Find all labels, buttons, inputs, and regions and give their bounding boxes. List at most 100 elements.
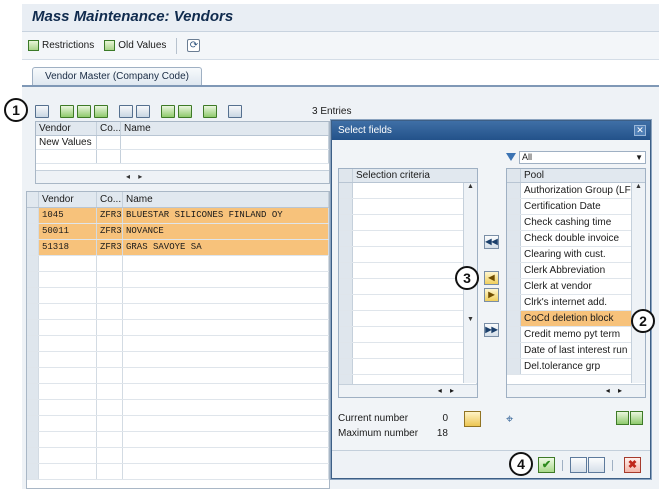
column-header-company-code[interactable]: Co... xyxy=(97,192,123,207)
copy-selection-icon[interactable] xyxy=(570,457,587,473)
pool-vertical-scrollbar[interactable]: ▲▼ xyxy=(631,183,645,383)
criteria-row[interactable] xyxy=(339,247,477,263)
pool-item[interactable]: Date of last interest run xyxy=(507,343,645,359)
pool-item[interactable]: Check double invoice xyxy=(507,231,645,247)
new-values-name-cell[interactable] xyxy=(121,136,329,149)
filter-icon[interactable] xyxy=(178,104,192,118)
new-values-horizontal-scrollbar[interactable]: ◂ ▸ xyxy=(36,170,329,183)
pool-item[interactable]: Certification Date xyxy=(507,199,645,215)
row-selector[interactable] xyxy=(339,343,353,358)
undo-icon[interactable] xyxy=(119,104,133,118)
move-all-left-icon[interactable]: ◀◀ xyxy=(484,235,499,249)
selection-criteria-horizontal-scrollbar[interactable]: ◂ ▸ xyxy=(339,384,477,397)
sort-descending-icon[interactable] xyxy=(630,411,643,425)
confirm-checkmark-icon[interactable]: ✔ xyxy=(538,457,555,473)
row-selector[interactable] xyxy=(339,215,353,230)
cancel-x-icon[interactable]: ✖ xyxy=(624,457,641,473)
tab-vendor-master-company-code[interactable]: Vendor Master (Company Code) xyxy=(32,67,202,86)
table-row[interactable]: 1045 ZFR3 BLUESTAR SILICONES FINLAND OY xyxy=(27,208,329,224)
pool-item[interactable]: Clerk Abbreviation xyxy=(507,263,645,279)
row-selector[interactable] xyxy=(339,359,353,374)
row-selector[interactable] xyxy=(507,327,521,342)
sort-ascending-icon[interactable] xyxy=(161,104,175,118)
scroll-arrows-icon[interactable]: ◂ ▸ xyxy=(126,172,145,181)
row-selector[interactable] xyxy=(339,247,353,262)
pool-item[interactable]: Clearing with cust. xyxy=(507,247,645,263)
row-selector[interactable] xyxy=(339,183,353,198)
move-left-icon[interactable]: ◀ xyxy=(484,271,499,285)
criteria-row[interactable] xyxy=(339,327,477,343)
row-selector[interactable] xyxy=(507,295,521,310)
sort-icon[interactable] xyxy=(136,104,150,118)
toolbar-separator xyxy=(176,37,178,54)
pool-item[interactable]: Clrk's internet add. xyxy=(507,295,645,311)
pool-item[interactable]: Check cashing time xyxy=(507,215,645,231)
row-selector[interactable] xyxy=(27,208,39,223)
pool-item-label: Clerk at vendor xyxy=(521,279,645,294)
field-info-icon[interactable] xyxy=(464,411,481,427)
column-header-company-code[interactable]: Co... xyxy=(97,122,121,135)
row-selector[interactable] xyxy=(507,359,521,374)
row-selector[interactable] xyxy=(507,311,521,326)
pool-item[interactable]: Authorization Group (LFB xyxy=(507,183,645,199)
move-right-icon[interactable]: ▶ xyxy=(484,288,499,302)
column-header-name[interactable]: Name xyxy=(121,122,329,135)
criteria-row[interactable] xyxy=(339,183,477,199)
row-selector[interactable] xyxy=(507,231,521,246)
row-selector[interactable] xyxy=(339,231,353,246)
row-selector[interactable] xyxy=(27,240,39,255)
criteria-row[interactable] xyxy=(339,295,477,311)
column-header-vendor[interactable]: Vendor xyxy=(39,192,97,207)
row-selector[interactable] xyxy=(339,327,353,342)
row-selector[interactable] xyxy=(507,247,521,262)
criteria-row[interactable] xyxy=(339,343,477,359)
move-all-right-icon[interactable]: ▶▶ xyxy=(484,323,499,337)
select-all-pool-icon[interactable] xyxy=(507,169,521,182)
column-header-vendor[interactable]: Vendor xyxy=(36,122,97,135)
select-all-rows-icon[interactable] xyxy=(27,192,39,207)
column-header-name[interactable]: Name xyxy=(123,192,329,207)
select-all-icon[interactable] xyxy=(60,104,74,118)
row-selector[interactable] xyxy=(507,279,521,294)
new-values-company-cell[interactable] xyxy=(97,136,121,149)
criteria-row[interactable] xyxy=(339,359,477,375)
refresh-icon[interactable]: ⟳ xyxy=(187,39,201,52)
criteria-row[interactable] xyxy=(339,231,477,247)
row-selector[interactable] xyxy=(507,263,521,278)
row-selector[interactable] xyxy=(507,199,521,214)
sort-ascending-icon[interactable] xyxy=(616,411,629,425)
deselect-all-icon[interactable] xyxy=(77,104,91,118)
select-block-icon[interactable] xyxy=(94,104,108,118)
pool-item[interactable]: CoCd deletion block xyxy=(507,311,645,327)
select-all-criteria-icon[interactable] xyxy=(339,169,353,182)
row-selector[interactable] xyxy=(339,279,353,294)
binoculars-icon[interactable]: ⌖ xyxy=(506,411,513,427)
criteria-row[interactable] xyxy=(339,215,477,231)
close-icon[interactable]: ✕ xyxy=(634,125,646,136)
table-row[interactable]: 50011 ZFR3 NOVANCE xyxy=(27,224,329,240)
export-icon[interactable] xyxy=(203,104,217,118)
pool-item[interactable]: Del.tolerance grp xyxy=(507,359,645,375)
callout-marker-3: 3 xyxy=(455,266,479,290)
details-icon[interactable] xyxy=(35,104,49,118)
row-selector[interactable] xyxy=(27,224,39,239)
print-icon[interactable] xyxy=(228,104,242,118)
row-selector[interactable] xyxy=(507,215,521,230)
paste-selection-icon[interactable] xyxy=(588,457,605,473)
row-selector[interactable] xyxy=(507,183,521,198)
criteria-row[interactable] xyxy=(339,199,477,215)
old-values-button[interactable]: Old Values xyxy=(104,40,166,51)
row-selector[interactable] xyxy=(339,263,353,278)
pool-item[interactable]: Credit memo pyt term xyxy=(507,327,645,343)
criteria-row[interactable] xyxy=(339,311,477,327)
row-selector[interactable] xyxy=(507,343,521,358)
row-selector[interactable] xyxy=(339,311,353,326)
row-selector[interactable] xyxy=(339,295,353,310)
pool-item[interactable]: Clerk at vendor xyxy=(507,279,645,295)
pool-horizontal-scrollbar[interactable]: ◂ ▸ xyxy=(507,384,645,397)
pool-filter-select[interactable]: All ▼ xyxy=(519,150,646,164)
restrictions-button[interactable]: Restrictions xyxy=(28,40,94,51)
chevron-down-icon[interactable]: ▼ xyxy=(635,152,643,163)
table-row[interactable]: 51318 ZFR3 GRAS SAVOYE SA xyxy=(27,240,329,256)
row-selector[interactable] xyxy=(339,199,353,214)
